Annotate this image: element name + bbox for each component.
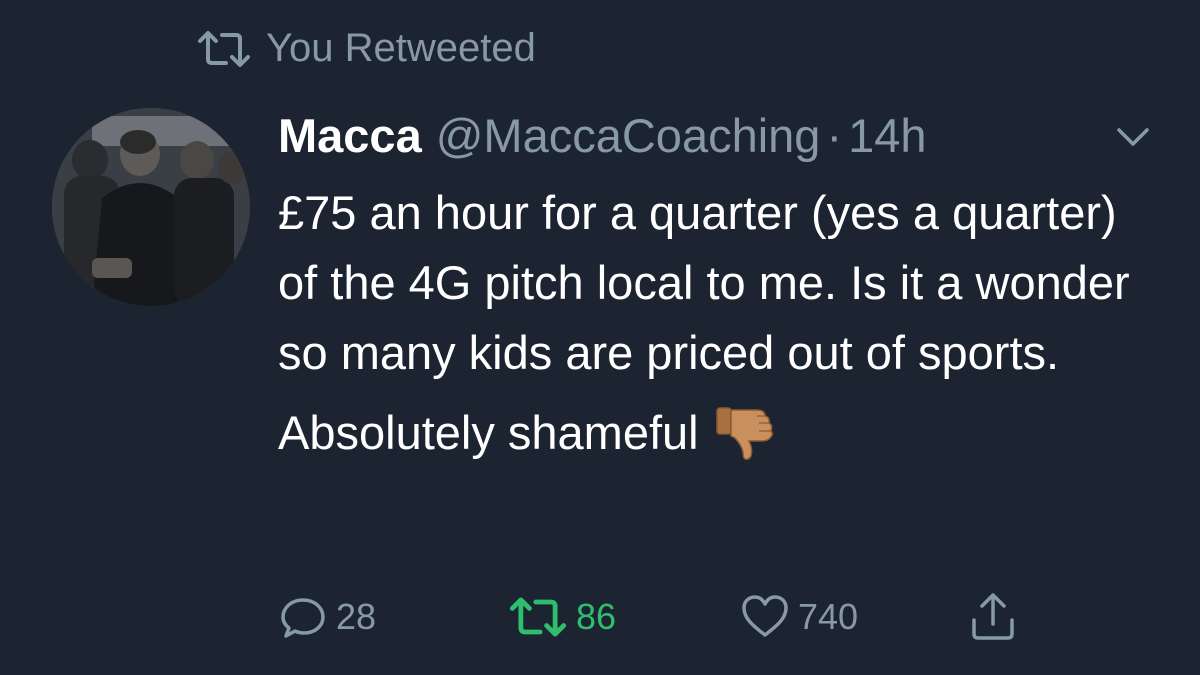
avatar-photo [52,108,250,306]
tweet-body: £75 an hour for a quarter (yes a quarter… [278,178,1158,468]
share-button[interactable] [968,592,1018,642]
tweet-text-2: Absolutely shameful [278,406,699,459]
author-handle[interactable]: @MaccaCoaching [436,108,821,163]
avatar[interactable] [52,108,250,306]
reply-button[interactable]: 28 [278,592,508,642]
tweet-header: Macca @MaccaCoaching · 14h [278,108,927,163]
retweet-count: 86 [576,596,617,637]
like-count: 740 [798,596,859,637]
thumbs-down-icon [715,407,773,460]
retweet-banner-label: You Retweeted [266,26,536,70]
tweet-timestamp[interactable]: 14h [848,108,926,163]
retweet-button[interactable]: 86 [508,595,740,639]
like-button[interactable]: 740 [740,592,968,642]
share-icon [972,593,1014,640]
retweet-banner: You Retweeted [196,26,536,71]
heart-icon [742,595,788,637]
retweet-active-icon [509,597,567,637]
reply-count: 28 [336,596,377,637]
retweet-icon [198,30,250,67]
tweet-text-line2: Absolutely shameful [278,398,1158,468]
tweet-text: £75 an hour for a quarter (yes a quarter… [278,186,1130,379]
chevron-down-icon[interactable] [1113,122,1153,152]
tweet-actions: 28 86 740 [278,592,1018,642]
tweet-card[interactable]: You Retweeted Macca @MaccaCoaching · 14h… [0,0,1200,675]
separator-dot: · [826,109,843,162]
author-name[interactable]: Macca [278,108,422,163]
reply-icon [281,598,325,638]
